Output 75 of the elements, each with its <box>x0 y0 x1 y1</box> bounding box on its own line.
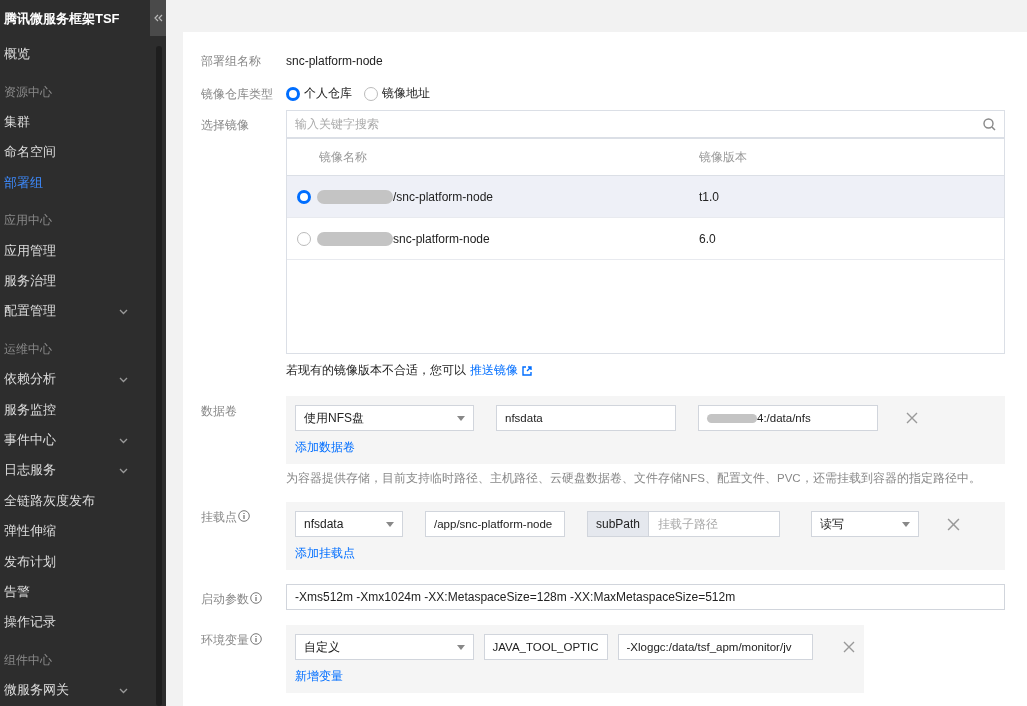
caret-icon <box>456 644 465 650</box>
volume-type-select[interactable]: 使用NFS盘 <box>295 405 474 431</box>
column-header: 镜像名称 <box>319 148 367 166</box>
nav-group-label: 应用中心 <box>3 213 53 229</box>
radio-option[interactable]: 个人仓库 <box>286 85 352 102</box>
chevron-down-icon <box>119 437 128 444</box>
env-type-select[interactable]: 自定义 <box>295 634 474 660</box>
close-icon[interactable] <box>947 517 960 531</box>
jvm-args-input[interactable]: -Xms512m -Xmx1024m -XX:MetaspaceSize=128m -XX:MaxMetaspaceSize=512m <box>286 584 1005 610</box>
table-cell: 6.0 <box>699 231 716 246</box>
collapse-button[interactable] <box>150 0 166 36</box>
field-label: 数据卷 <box>201 404 237 419</box>
nav-item[interactable]: 命名空间 <box>0 137 150 169</box>
radio-option[interactable]: 镜像地址 <box>364 85 430 102</box>
nav-item[interactable]: 部署组 <box>0 168 150 199</box>
nav-item[interactable]: 全链路灰度发布 <box>0 486 150 517</box>
nav-item[interactable]: 弹性伸缩 <box>0 516 150 547</box>
nav-item[interactable]: 日志服务 <box>0 455 150 487</box>
blurred-text <box>707 413 757 423</box>
push-image-link[interactable]: 推送镜像 <box>470 362 518 379</box>
chevron-down-icon <box>119 308 128 315</box>
nav-item[interactable]: 概览 <box>0 39 150 70</box>
column-header: 镜像版本 <box>699 148 747 166</box>
field-value: snc-platform-node <box>286 53 384 68</box>
external-link-icon[interactable] <box>522 365 532 376</box>
volume-select[interactable]: nfsdata <box>295 511 403 537</box>
field-label: 环境变量 <box>201 633 249 648</box>
mount-path-input[interactable]: /app/snc-platform-node <box>425 511 565 537</box>
nav-item[interactable]: 告警 <box>0 577 150 608</box>
nav-item[interactable]: 配置管理 <box>0 296 150 328</box>
nav-item[interactable]: 发布计划 <box>0 546 150 578</box>
field-label: 镜像仓库类型 <box>201 87 273 102</box>
field-label: 部署组名称 <box>201 54 261 69</box>
nav-item[interactable]: 微服务网关 <box>0 675 150 706</box>
volume-name-input[interactable]: nfsdata <box>496 405 676 431</box>
nav-item[interactable]: 操作记录 <box>0 607 150 639</box>
chevron-down-icon <box>119 376 128 383</box>
field-label: 挂载点 <box>201 510 237 525</box>
nav-group-label: 运维中心 <box>3 341 53 357</box>
nav-group-label: 资源中心 <box>3 84 53 100</box>
chevron-down-icon <box>119 467 128 474</box>
nav-item[interactable]: 服务监控 <box>0 394 150 426</box>
field-label: 选择镜像 <box>201 118 249 133</box>
env-value-input[interactable]: -Xloggc:/data/tsf_apm/monitor/jv <box>617 634 813 660</box>
nav-item[interactable]: 事件中心 <box>0 425 150 456</box>
nav-group-label: 组件中心 <box>3 652 53 668</box>
search-icon <box>983 117 996 131</box>
image-row[interactable]: /snc-platform-node t1.0 <box>287 176 1004 218</box>
note-text: 若现有的镜像版本不合适，您可以 <box>286 362 466 379</box>
env-name-input[interactable]: JAVA_TOOL_OPTIC <box>483 634 608 660</box>
volume-path-input[interactable]: 4:/data/nfs <box>698 405 878 431</box>
add-variable-link[interactable]: 新增变量 <box>295 668 343 685</box>
add-volume-link[interactable]: 添加数据卷 <box>295 439 355 456</box>
chevron-down-icon <box>119 687 128 694</box>
caret-icon <box>457 415 465 421</box>
table-cell: snc-platform-node <box>393 231 490 246</box>
nav-item[interactable]: 应用管理 <box>0 235 150 267</box>
radio-button[interactable] <box>297 231 311 246</box>
add-mount-link[interactable]: 添加挂载点 <box>295 545 355 562</box>
product-title: 腾讯微服务框架TSF <box>3 10 121 28</box>
table-cell: /snc-platform-node <box>393 189 494 204</box>
caret-icon <box>386 521 394 527</box>
radio-button[interactable] <box>297 189 311 204</box>
close-icon[interactable] <box>906 412 918 424</box>
double-chevron-left-icon <box>153 14 163 22</box>
nav-item[interactable]: 依赖分析 <box>0 364 150 395</box>
hint-text: 为容器提供存储，目前支持临时路径、主机路径、云硬盘数据卷、文件存储NFS、配置文件、PVC，还需挂载到容器的指定路径中。 <box>286 471 982 486</box>
subpath-input[interactable]: subPath 挂载子路径 <box>587 511 780 537</box>
table-cell: t1.0 <box>699 189 719 204</box>
field-label: 启动参数 <box>201 592 249 607</box>
mode-select[interactable]: 读写 <box>811 511 919 537</box>
close-icon[interactable] <box>843 641 855 653</box>
nav-item[interactable]: 集群 <box>0 107 150 138</box>
nav-item[interactable]: 服务治理 <box>0 266 150 297</box>
caret-icon <box>902 521 910 527</box>
